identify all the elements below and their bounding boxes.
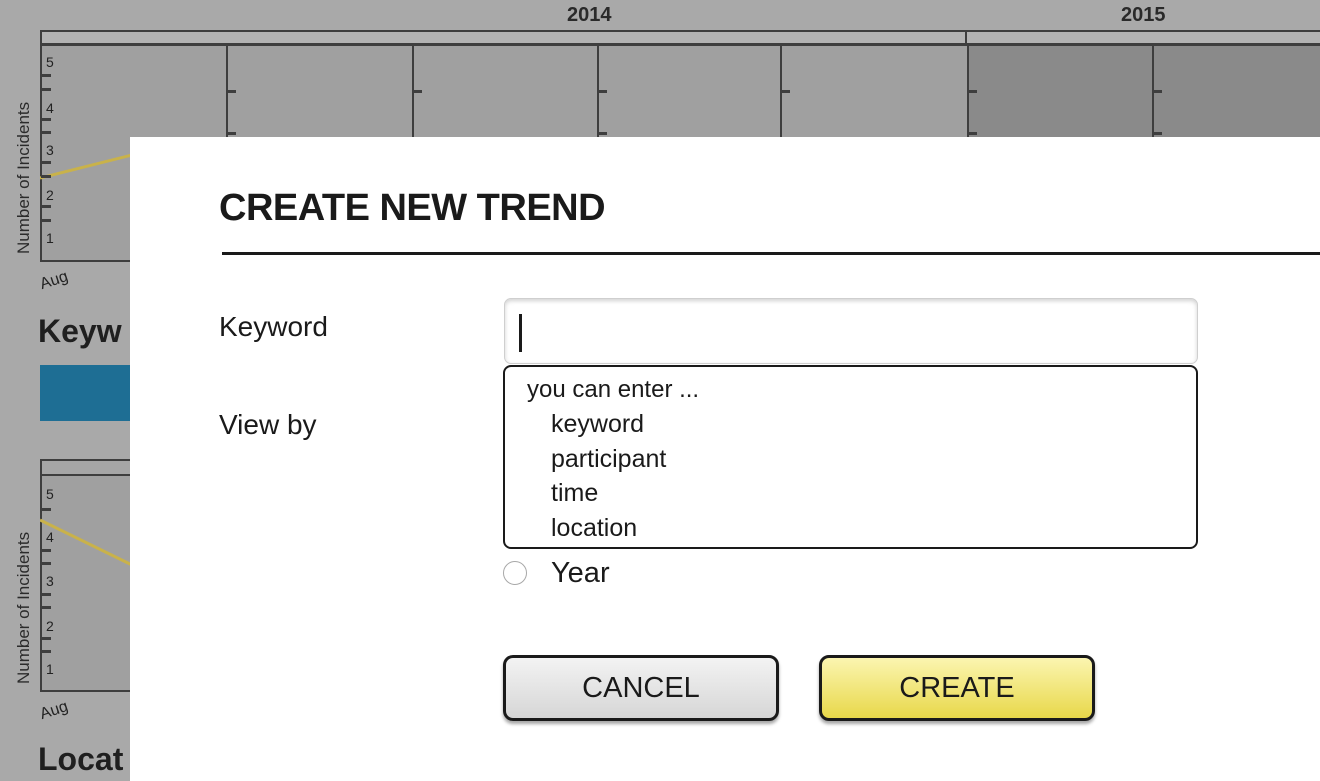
suggestion-item-location[interactable]: location [527,511,1196,546]
tick-mark [1154,90,1162,93]
y-tick-mark [41,74,51,77]
y-tick-label: 1 [46,230,54,246]
radio-button[interactable] [503,561,527,585]
tick-mark [599,90,607,93]
tick-mark [1154,132,1162,135]
title-divider [222,252,1320,255]
year-label-2015: 2015 [1121,4,1166,26]
location-chart-panel [40,474,142,692]
month-label: Aug [37,268,71,294]
tick-mark [969,90,977,93]
y-tick-label: 5 [46,486,54,502]
y-tick-mark [41,606,51,609]
suggestion-item-keyword[interactable]: keyword [527,407,1196,442]
suggestion-dropdown: you can enter ... keyword participant ti… [503,365,1198,549]
y-tick-label: 3 [46,573,54,589]
trend-line-segment [40,153,133,180]
y-tick-label: 2 [46,187,54,203]
chart-cell [42,476,142,690]
keyword-input[interactable] [504,298,1198,364]
location-chart-header [40,459,140,475]
y-tick-mark [41,562,51,565]
y-tick-mark [41,175,51,178]
y-axis-title: Number of Incidents [14,101,33,254]
y-tick-mark [41,219,51,222]
create-button[interactable]: CREATE [819,655,1095,721]
y-tick-mark [41,593,51,596]
y-tick-mark [41,549,51,552]
y-tick-mark [41,118,51,121]
y-tick-label: 2 [46,618,54,634]
tick-mark [782,90,790,93]
year-divider [965,30,967,45]
y-tick-label: 4 [46,100,54,116]
create-trend-dialog: CREATE NEW TREND Keyword View by you can… [130,137,1320,781]
cancel-button[interactable]: CANCEL [503,655,779,721]
view-by-option-label: Year [551,556,610,589]
y-tick-mark [41,131,51,134]
suggestion-item-time[interactable]: time [527,476,1196,511]
view-by-label: View by [219,409,317,440]
text-caret [519,314,522,352]
tick-mark [228,90,236,93]
y-axis-title: Number of Incidents [14,531,33,684]
view-by-option-year[interactable]: Year [503,555,610,591]
keyword-label: Keyword [219,311,328,342]
tick-mark [969,132,977,135]
y-tick-mark [41,205,51,208]
year-label-2014: 2014 [567,4,612,26]
tick-mark [414,90,422,93]
y-tick-label: 1 [46,661,54,677]
y-tick-label: 3 [46,142,54,158]
month-label: Aug [37,698,71,724]
tick-mark [228,132,236,135]
y-tick-label: 5 [46,54,54,70]
year-bar [40,30,1320,45]
keyword-bar[interactable] [40,365,140,421]
keyword-section-title: Keyw [38,313,122,349]
trend-line-segment [40,518,133,567]
y-tick-mark [41,161,51,164]
y-tick-mark [41,508,51,511]
tick-mark [599,132,607,135]
y-tick-mark [41,88,51,91]
location-section-title: Locat [38,741,124,777]
y-tick-mark [41,637,51,640]
dialog-title: CREATE NEW TREND [219,187,606,229]
suggestion-item-participant[interactable]: participant [527,442,1196,477]
y-tick-mark [41,650,51,653]
suggestion-header: you can enter ... [527,376,700,403]
y-tick-label: 4 [46,529,54,545]
